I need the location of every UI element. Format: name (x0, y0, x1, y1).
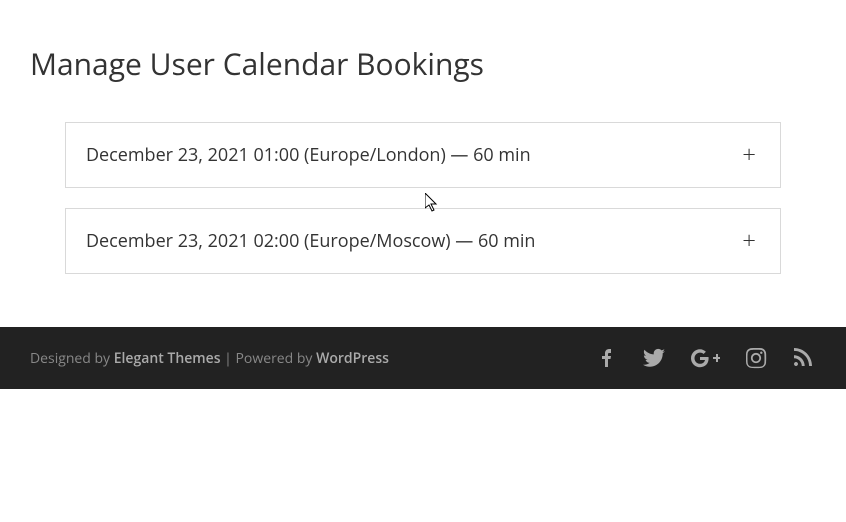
facebook-icon[interactable] (594, 346, 618, 370)
booking-list: December 23, 2021 01:00 (Europe/London) … (30, 122, 816, 274)
social-icons (594, 346, 816, 370)
booking-item[interactable]: December 23, 2021 01:00 (Europe/London) … (65, 122, 781, 188)
footer-credits: Designed by Elegant Themes | Powered by … (30, 349, 389, 368)
twitter-icon[interactable] (642, 346, 666, 370)
instagram-icon[interactable] (744, 346, 768, 370)
rss-icon[interactable] (792, 346, 816, 370)
plus-icon: + (742, 143, 756, 167)
plus-icon: + (742, 229, 756, 253)
page-title: Manage User Calendar Bookings (30, 43, 816, 84)
booking-label: December 23, 2021 01:00 (Europe/London) … (86, 143, 531, 167)
footer: Designed by Elegant Themes | Powered by … (0, 327, 846, 389)
footer-separator: | Powered by (221, 349, 317, 368)
designed-by-prefix: Designed by (30, 349, 114, 368)
google-plus-icon[interactable] (690, 346, 720, 370)
wordpress-link[interactable]: WordPress (316, 349, 389, 368)
elegant-themes-link[interactable]: Elegant Themes (114, 349, 221, 368)
booking-item[interactable]: December 23, 2021 02:00 (Europe/Moscow) … (65, 208, 781, 274)
booking-label: December 23, 2021 02:00 (Europe/Moscow) … (86, 229, 535, 253)
